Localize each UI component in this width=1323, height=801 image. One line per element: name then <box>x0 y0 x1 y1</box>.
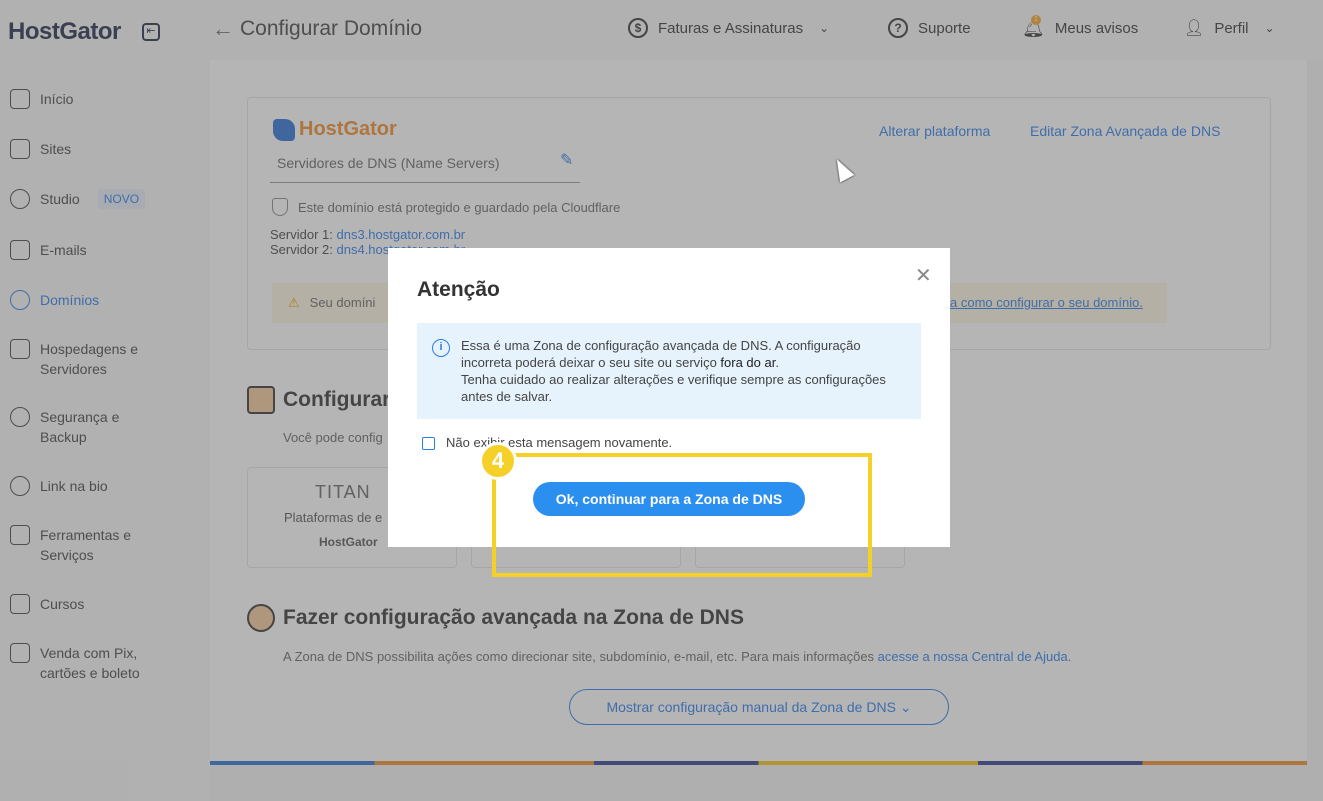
dont-show-again-checkbox[interactable] <box>422 437 435 450</box>
info-line-1-end: . <box>775 355 779 370</box>
modal-title: Atenção <box>417 278 500 301</box>
info-line-2: Tenha cuidado ao realizar alterações e v… <box>461 372 886 404</box>
info-text: Essa é uma Zona de configuração avançada… <box>461 337 911 405</box>
dont-show-again-label[interactable]: Não exibir esta mensagem novamente. <box>446 435 672 450</box>
step-highlight <box>492 453 872 577</box>
step-badge: 4 <box>479 442 517 480</box>
info-line-1: Essa é uma Zona de configuração avançada… <box>461 338 861 370</box>
info-icon: i <box>432 339 450 357</box>
info-bold: fora do ar <box>720 355 776 370</box>
close-icon[interactable]: ✕ <box>915 263 932 288</box>
